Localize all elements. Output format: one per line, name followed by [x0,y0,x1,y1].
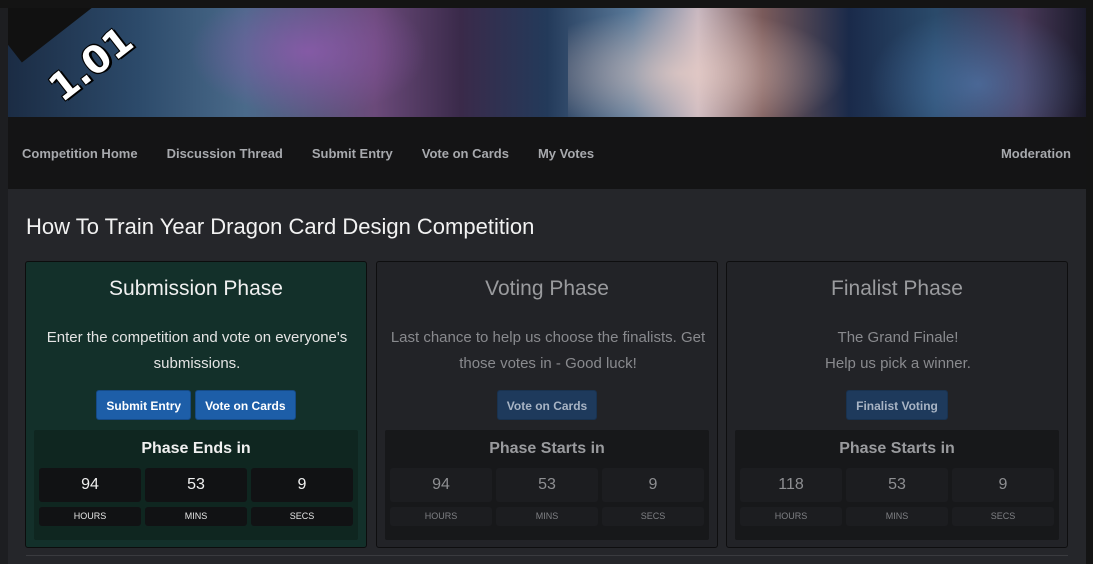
nav-discussion-thread[interactable]: Discussion Thread [167,146,283,161]
timer-units: 94 HOURS 53 MINS 9 SECS [39,468,353,526]
banner-art [568,8,848,117]
submit-entry-button[interactable]: Submit Entry [96,390,192,420]
mins-caption: MINS [846,507,948,526]
secs-value: 9 [952,468,1054,502]
hours-value: 94 [39,468,141,502]
timer-label: Phase Ends in [141,440,251,457]
phase-title: Voting Phase [485,277,609,300]
secs-value: 9 [251,468,353,502]
secs-caption: SECS [251,507,353,526]
countdown-timer: Phase Starts in 118 HOURS 53 MINS 9 SECS [735,430,1059,540]
timer-label: Phase Starts in [839,440,955,457]
secs-caption: SECS [952,507,1054,526]
phase-title: Submission Phase [109,277,283,300]
vote-on-cards-button[interactable]: Vote on Cards [195,390,296,420]
hours-caption: HOURS [390,507,492,526]
timer-label: Phase Starts in [489,440,605,457]
mins-caption: MINS [145,507,247,526]
nav-competition-home[interactable]: Competition Home [22,146,138,161]
competition-nav: Competition Home Discussion Thread Submi… [8,117,1086,189]
timer-units: 94 HOURS 53 MINS 9 SECS [390,468,704,526]
phase-title: Finalist Phase [831,277,963,300]
phase-card-submission: Submission Phase Enter the competition a… [25,261,367,548]
nav-moderation[interactable]: Moderation [1001,146,1071,161]
phase-description-line: Help us pick a winner. [825,355,971,372]
vote-on-cards-button[interactable]: Vote on Cards [496,390,598,420]
phase-card-voting: Voting Phase Last chance to help us choo… [376,261,718,548]
hours-value: 118 [740,468,842,502]
timer-secs: 9 SECS [952,468,1054,526]
mins-value: 53 [496,468,598,502]
page-scrollbar[interactable] [1086,8,1093,564]
finalist-voting-button[interactable]: Finalist Voting [846,390,948,420]
countdown-timer: Phase Ends in 94 HOURS 53 MINS 9 SECS [34,430,358,540]
banner-art [868,8,1086,117]
countdown-timer: Phase Starts in 94 HOURS 53 MINS 9 SECS [385,430,709,540]
nav-submit-entry[interactable]: Submit Entry [312,146,393,161]
phase-description-line: Enter the competition and vote on everyo… [46,329,348,346]
timer-hours: 94 HOURS [390,468,492,526]
phase-buttons: Vote on Cards [377,390,717,420]
timer-units: 118 HOURS 53 MINS 9 SECS [740,468,1054,526]
phase-description-line: those votes in - Good luck! [459,355,637,372]
timer-hours: 118 HOURS [740,468,842,526]
nav-my-votes[interactable]: My Votes [538,146,594,161]
phase-description: Enter the competition and vote on everyo… [36,325,358,377]
secs-caption: SECS [602,507,704,526]
mins-value: 53 [145,468,247,502]
phase-buttons: Submit Entry Vote on Cards [26,390,366,420]
banner-art [188,8,428,117]
timer-hours: 94 HOURS [39,468,141,526]
timer-secs: 9 SECS [602,468,704,526]
phase-buttons: Finalist Voting [727,390,1067,420]
hours-caption: HOURS [39,507,141,526]
page-title: How To Train Year Dragon Card Design Com… [26,214,535,239]
mins-value: 53 [846,468,948,502]
phase-description-line: submissions. [153,355,241,372]
app-frame: 1.01 Competition Home Discussion Thread … [0,0,1093,564]
phase-description-line: The Grand Finale! [837,329,959,346]
hours-value: 94 [390,468,492,502]
competition-banner: 1.01 [8,8,1086,117]
nav-vote-on-cards[interactable]: Vote on Cards [422,146,509,161]
timer-mins: 53 MINS [846,468,948,526]
section-divider [26,555,1068,556]
timer-mins: 53 MINS [496,468,598,526]
hours-caption: HOURS [740,507,842,526]
secs-value: 9 [602,468,704,502]
mins-caption: MINS [496,507,598,526]
phase-description: Last chance to help us choose the finali… [387,325,709,377]
phase-card-finalist: Finalist Phase The Grand Finale! Help us… [726,261,1068,548]
phase-description: The Grand Finale! Help us pick a winner. [737,325,1059,377]
phase-description-line: Last chance to help us choose the finali… [390,329,706,346]
timer-secs: 9 SECS [251,468,353,526]
main-content: How To Train Year Dragon Card Design Com… [8,189,1086,564]
top-border [0,0,1093,8]
timer-mins: 53 MINS [145,468,247,526]
